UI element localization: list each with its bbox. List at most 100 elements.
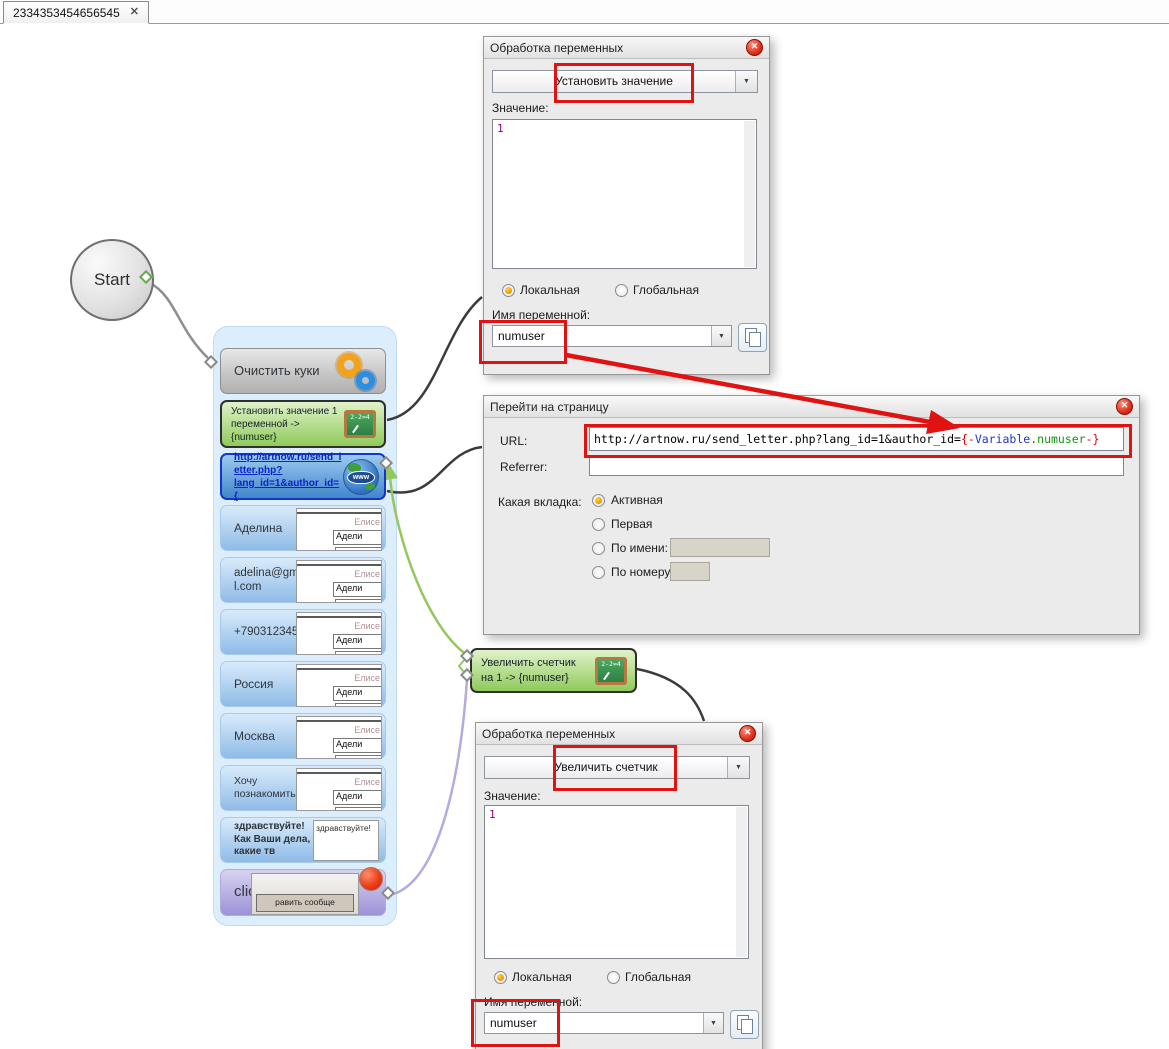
globe-icon: www	[343, 458, 379, 495]
chalkboard-icon: 2-2=4	[344, 410, 376, 438]
radio-local[interactable]	[494, 971, 507, 984]
panel-title: Обработка переменных	[490, 40, 624, 55]
radio-tab-by-number[interactable]	[592, 566, 605, 579]
close-icon[interactable]: ✕	[746, 39, 763, 56]
thumb-value-hint: Адели	[333, 790, 381, 805]
block-label-line: {numuser}	[231, 431, 277, 443]
gears-icon	[333, 353, 377, 391]
tab-number-input[interactable]	[670, 562, 710, 581]
highlight-varname-top	[479, 320, 567, 364]
block-label: Москва	[234, 728, 275, 743]
thumb-extra-field	[335, 703, 381, 706]
close-icon[interactable]: ✕	[1116, 398, 1133, 415]
thumb-name-hint: Елисе	[354, 673, 380, 683]
input-block-goal[interactable]: Хочу познакомиться Елисе Адели	[220, 765, 386, 811]
edge-url-to-panel	[386, 445, 483, 494]
action-block-clear-cookies[interactable]: Очистить куки	[220, 348, 386, 394]
thumb-name-hint: Елисе	[354, 517, 380, 527]
value-label: Значение:	[492, 101, 549, 115]
input-block-city[interactable]: Москва Елисе Адели	[220, 713, 386, 759]
panel-title: Перейти на страницу	[490, 399, 609, 414]
input-block-message[interactable]: здравствуйте! Как Ваши дела, какие тв зд…	[220, 817, 386, 863]
scrollbar[interactable]	[744, 121, 755, 267]
message-thumbnail: здравствуйте!	[313, 820, 379, 861]
edge-setvalue-to-panel	[386, 296, 483, 422]
chevron-down-icon[interactable]: ▼	[711, 326, 731, 346]
block-label-line: переменной ->	[231, 418, 300, 430]
chalkboard-icon: 2-2=4	[595, 656, 627, 685]
copy-button[interactable]	[738, 323, 767, 352]
breakpoint-dot[interactable]	[359, 867, 383, 891]
radio-global[interactable]	[607, 971, 620, 984]
chevron-down-icon[interactable]: ▼	[735, 71, 757, 92]
block-label: здравствуйте! Как Ваши дела, какие тв	[234, 821, 311, 858]
chevron-down-icon[interactable]: ▼	[703, 1013, 723, 1033]
action-block-goto-url[interactable]: http://artnow.ru/send_l etter.php? lang_…	[220, 451, 386, 502]
value-textarea[interactable]: 1	[492, 119, 757, 269]
tab-name-input[interactable]	[670, 538, 770, 557]
value-text: 1	[489, 808, 496, 821]
block-label-line: Увеличить счетчик	[481, 657, 576, 670]
edge-loop-counter-to-url	[388, 476, 468, 657]
scrollbar[interactable]	[736, 807, 747, 957]
thumb-value-hint: Адели	[333, 738, 381, 753]
thumb-value-hint: Адели	[333, 634, 381, 649]
panel-title: Обработка переменных	[482, 726, 616, 741]
copy-icon	[749, 332, 761, 347]
block-label: Очистить куки	[234, 362, 320, 378]
input-block-phone[interactable]: +79031234567 Елисе Адели	[220, 609, 386, 655]
input-block-country[interactable]: Россия Елисе Адели	[220, 661, 386, 707]
edge-start-to-group	[149, 281, 210, 360]
edge-counter-to-panel	[636, 667, 706, 722]
radio-local-label: Локальная	[512, 970, 572, 984]
radio-tab-by-number-label: По номеру:	[611, 565, 674, 579]
copy-icon	[741, 1019, 753, 1034]
radio-tab-by-name[interactable]	[592, 542, 605, 555]
form-field-thumbnail: Елисе Адели	[296, 664, 382, 707]
action-block-increment-counter[interactable]: Увеличить счетчик на 1 -> {numuser} 2-2=…	[470, 648, 637, 693]
start-node-label: Start	[94, 270, 130, 289]
block-label: Россия	[234, 676, 274, 691]
chalkboard-text: 2-2=4	[350, 413, 370, 421]
block-label-line: на 1 -> {numuser}	[481, 671, 569, 684]
which-tab-label: Какая вкладка:	[498, 495, 582, 509]
thumb-name-hint: Елисе	[354, 569, 380, 579]
url-label: URL:	[500, 434, 528, 448]
chalkboard-text: 2-2=4	[601, 659, 621, 668]
radio-tab-first-label: Первая	[611, 517, 653, 531]
action-block-set-value[interactable]: Установить значение 1 переменной -> {num…	[220, 400, 386, 448]
panel-header[interactable]: Перейти на страницу ✕	[484, 396, 1139, 418]
close-icon[interactable]: ✕	[739, 725, 756, 742]
thumb-extra-field	[335, 547, 381, 550]
thumb-extra-field	[335, 599, 381, 602]
copy-button[interactable]	[730, 1010, 759, 1039]
globe-www-label: www	[347, 470, 375, 484]
thumb-name-hint: Елисе	[354, 621, 380, 631]
value-text: 1	[497, 122, 504, 135]
radio-global[interactable]	[615, 284, 628, 297]
panel-header[interactable]: Обработка переменных ✕	[476, 723, 762, 745]
highlight-varname-bottom	[471, 999, 560, 1047]
chevron-down-icon[interactable]: ▼	[727, 757, 749, 778]
block-label-line: Установить значение 1	[231, 405, 338, 417]
radio-local[interactable]	[502, 284, 515, 297]
radio-tab-first[interactable]	[592, 518, 605, 531]
radio-tab-active[interactable]	[592, 494, 605, 507]
form-field-thumbnail: Елисе Адели	[296, 768, 382, 811]
value-textarea[interactable]: 1	[484, 805, 749, 959]
thumb-extra-field	[335, 807, 381, 810]
thumb-value-hint: Адели	[333, 582, 381, 597]
url-line: http://artnow.ru/send_l	[234, 451, 342, 463]
project-canvas: 2334353454656545 ✕ Start Очистить куки У…	[0, 0, 1169, 1049]
thumb-button-label: равить сообще	[256, 894, 354, 912]
input-block-name[interactable]: Аделина Елисе Адели	[220, 505, 386, 551]
thumb-name-hint: Елисе	[354, 777, 380, 787]
thumb-extra-field	[335, 755, 381, 758]
referrer-input[interactable]	[589, 456, 1124, 476]
edge-click-to-counter	[389, 679, 469, 897]
panel-header[interactable]: Обработка переменных ✕	[484, 37, 769, 59]
thumb-name-hint: Елисе	[354, 725, 380, 735]
value-label: Значение:	[484, 789, 541, 803]
input-block-email[interactable]: adelina@gmail.com Елисе Адели	[220, 557, 386, 603]
block-label: Установить значение 1 переменной -> {num…	[222, 405, 338, 444]
